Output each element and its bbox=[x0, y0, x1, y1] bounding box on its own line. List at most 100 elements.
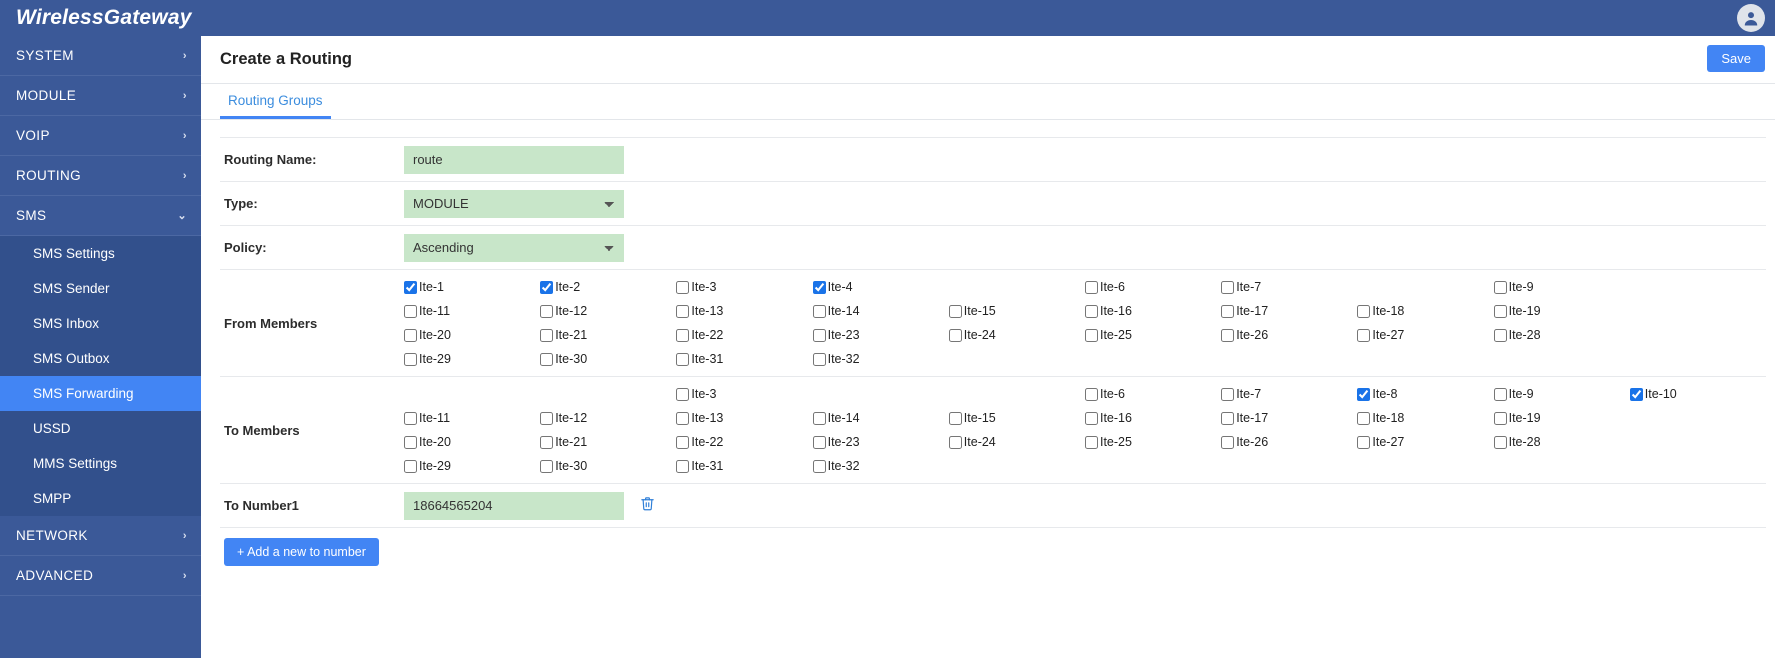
sidebar-item-sms-sender[interactable]: SMS Sender bbox=[0, 271, 201, 306]
to-member-checkbox-ite-32[interactable]: Ite-32 bbox=[812, 457, 949, 475]
from-member-checkbox-ite-28[interactable]: Ite-28 bbox=[1493, 326, 1630, 344]
from-member-checkbox-ite-13[interactable]: Ite-13 bbox=[676, 302, 812, 320]
to-member-checkbox-ite-9[interactable]: Ite-9 bbox=[1493, 385, 1630, 403]
from-member-checkbox-ite-22[interactable]: Ite-22 bbox=[676, 326, 812, 344]
sidebar-group-sms[interactable]: SMS ⌄ bbox=[0, 196, 201, 236]
to-member-checkbox-ite-21[interactable]: Ite-21 bbox=[540, 433, 676, 451]
to-member-checkbox-ite-29[interactable]: Ite-29 bbox=[404, 457, 540, 475]
add-to-number-button[interactable]: + Add a new to number bbox=[224, 538, 379, 566]
checkbox-input[interactable] bbox=[1357, 304, 1371, 318]
from-member-checkbox-ite-20[interactable]: Ite-20 bbox=[404, 326, 540, 344]
sidebar-group-routing[interactable]: ROUTING › bbox=[0, 156, 201, 196]
trash-icon[interactable] bbox=[640, 495, 655, 516]
checkbox-input[interactable] bbox=[1221, 280, 1235, 294]
to-member-checkbox-ite-25[interactable]: Ite-25 bbox=[1084, 433, 1221, 451]
to-member-checkbox-ite-31[interactable]: Ite-31 bbox=[676, 457, 812, 475]
to-member-checkbox-ite-19[interactable]: Ite-19 bbox=[1493, 409, 1630, 427]
checkbox-input[interactable] bbox=[404, 352, 417, 366]
policy-select[interactable]: Ascending bbox=[404, 233, 624, 262]
to-member-checkbox-ite-8[interactable]: Ite-8 bbox=[1357, 385, 1493, 403]
checkbox-input[interactable] bbox=[404, 411, 417, 425]
to-member-checkbox-ite-18[interactable]: Ite-18 bbox=[1357, 409, 1493, 427]
from-member-checkbox-ite-15[interactable]: Ite-15 bbox=[948, 302, 1085, 320]
checkbox-input[interactable] bbox=[1493, 435, 1507, 449]
to-member-checkbox-ite-23[interactable]: Ite-23 bbox=[812, 433, 949, 451]
sidebar-group-advanced[interactable]: ADVANCED › bbox=[0, 556, 201, 596]
checkbox-input[interactable] bbox=[948, 435, 962, 449]
checkbox-input[interactable] bbox=[540, 435, 554, 449]
checkbox-input[interactable] bbox=[1084, 328, 1098, 342]
checkbox-input[interactable] bbox=[1357, 411, 1371, 425]
sidebar-group-system[interactable]: SYSTEM › bbox=[0, 36, 201, 76]
checkbox-input[interactable] bbox=[812, 280, 826, 294]
from-member-checkbox-ite-29[interactable]: Ite-29 bbox=[404, 350, 540, 368]
checkbox-input[interactable] bbox=[676, 435, 690, 449]
from-member-checkbox-ite-19[interactable]: Ite-19 bbox=[1493, 302, 1630, 320]
checkbox-input[interactable] bbox=[404, 304, 417, 318]
checkbox-input[interactable] bbox=[1221, 435, 1235, 449]
from-member-checkbox-ite-2[interactable]: Ite-2 bbox=[540, 278, 676, 296]
type-select[interactable]: MODULE bbox=[404, 189, 624, 218]
from-member-checkbox-ite-31[interactable]: Ite-31 bbox=[676, 350, 812, 368]
checkbox-input[interactable] bbox=[540, 352, 554, 366]
from-member-checkbox-ite-14[interactable]: Ite-14 bbox=[812, 302, 949, 320]
sidebar-item-sms-forwarding[interactable]: SMS Forwarding bbox=[0, 376, 201, 411]
to-member-checkbox-ite-16[interactable]: Ite-16 bbox=[1084, 409, 1221, 427]
sidebar-group-module[interactable]: MODULE › bbox=[0, 76, 201, 116]
sidebar-group-voip[interactable]: VOIP › bbox=[0, 116, 201, 156]
to-member-checkbox-ite-6[interactable]: Ite-6 bbox=[1084, 385, 1221, 403]
checkbox-input[interactable] bbox=[812, 328, 826, 342]
sidebar-item-ussd[interactable]: USSD bbox=[0, 411, 201, 446]
from-member-checkbox-ite-27[interactable]: Ite-27 bbox=[1357, 326, 1493, 344]
checkbox-input[interactable] bbox=[812, 435, 826, 449]
checkbox-input[interactable] bbox=[1493, 411, 1507, 425]
checkbox-input[interactable] bbox=[1084, 411, 1098, 425]
checkbox-input[interactable] bbox=[1493, 280, 1507, 294]
checkbox-input[interactable] bbox=[1084, 304, 1098, 318]
checkbox-input[interactable] bbox=[404, 280, 417, 294]
from-member-checkbox-ite-23[interactable]: Ite-23 bbox=[812, 326, 949, 344]
to-member-checkbox-ite-26[interactable]: Ite-26 bbox=[1221, 433, 1357, 451]
to-member-checkbox-ite-28[interactable]: Ite-28 bbox=[1493, 433, 1630, 451]
to-member-checkbox-ite-3[interactable]: Ite-3 bbox=[676, 385, 812, 403]
from-member-checkbox-ite-9[interactable]: Ite-9 bbox=[1493, 278, 1630, 296]
to-member-checkbox-ite-7[interactable]: Ite-7 bbox=[1221, 385, 1357, 403]
from-member-checkbox-ite-26[interactable]: Ite-26 bbox=[1221, 326, 1357, 344]
checkbox-input[interactable] bbox=[948, 328, 962, 342]
checkbox-input[interactable] bbox=[676, 387, 690, 401]
checkbox-input[interactable] bbox=[1084, 435, 1098, 449]
checkbox-input[interactable] bbox=[540, 411, 554, 425]
save-button[interactable]: Save bbox=[1707, 45, 1765, 72]
from-member-checkbox-ite-7[interactable]: Ite-7 bbox=[1221, 278, 1357, 296]
to-member-checkbox-ite-17[interactable]: Ite-17 bbox=[1221, 409, 1357, 427]
checkbox-input[interactable] bbox=[948, 411, 962, 425]
to-member-checkbox-ite-22[interactable]: Ite-22 bbox=[676, 433, 812, 451]
from-member-checkbox-ite-4[interactable]: Ite-4 bbox=[812, 278, 949, 296]
sidebar-item-mms-settings[interactable]: MMS Settings bbox=[0, 446, 201, 481]
checkbox-input[interactable] bbox=[404, 435, 417, 449]
from-member-checkbox-ite-21[interactable]: Ite-21 bbox=[540, 326, 676, 344]
checkbox-input[interactable] bbox=[540, 304, 554, 318]
checkbox-input[interactable] bbox=[1084, 280, 1098, 294]
checkbox-input[interactable] bbox=[812, 352, 826, 366]
checkbox-input[interactable] bbox=[1493, 304, 1507, 318]
checkbox-input[interactable] bbox=[676, 459, 690, 473]
from-member-checkbox-ite-18[interactable]: Ite-18 bbox=[1357, 302, 1493, 320]
checkbox-input[interactable] bbox=[1221, 328, 1235, 342]
to-member-checkbox-ite-12[interactable]: Ite-12 bbox=[540, 409, 676, 427]
to-member-checkbox-ite-15[interactable]: Ite-15 bbox=[948, 409, 1085, 427]
sidebar-group-network[interactable]: NETWORK › bbox=[0, 516, 201, 556]
checkbox-input[interactable] bbox=[676, 304, 690, 318]
from-member-checkbox-ite-17[interactable]: Ite-17 bbox=[1221, 302, 1357, 320]
checkbox-input[interactable] bbox=[1221, 387, 1235, 401]
from-member-checkbox-ite-12[interactable]: Ite-12 bbox=[540, 302, 676, 320]
checkbox-input[interactable] bbox=[1221, 304, 1235, 318]
sidebar-item-smpp[interactable]: SMPP bbox=[0, 481, 201, 516]
sidebar-item-sms-outbox[interactable]: SMS Outbox bbox=[0, 341, 201, 376]
from-member-checkbox-ite-32[interactable]: Ite-32 bbox=[812, 350, 949, 368]
checkbox-input[interactable] bbox=[1357, 328, 1371, 342]
checkbox-input[interactable] bbox=[812, 411, 826, 425]
from-member-checkbox-ite-30[interactable]: Ite-30 bbox=[540, 350, 676, 368]
from-member-checkbox-ite-1[interactable]: Ite-1 bbox=[404, 278, 540, 296]
sidebar-item-sms-settings[interactable]: SMS Settings bbox=[0, 236, 201, 271]
